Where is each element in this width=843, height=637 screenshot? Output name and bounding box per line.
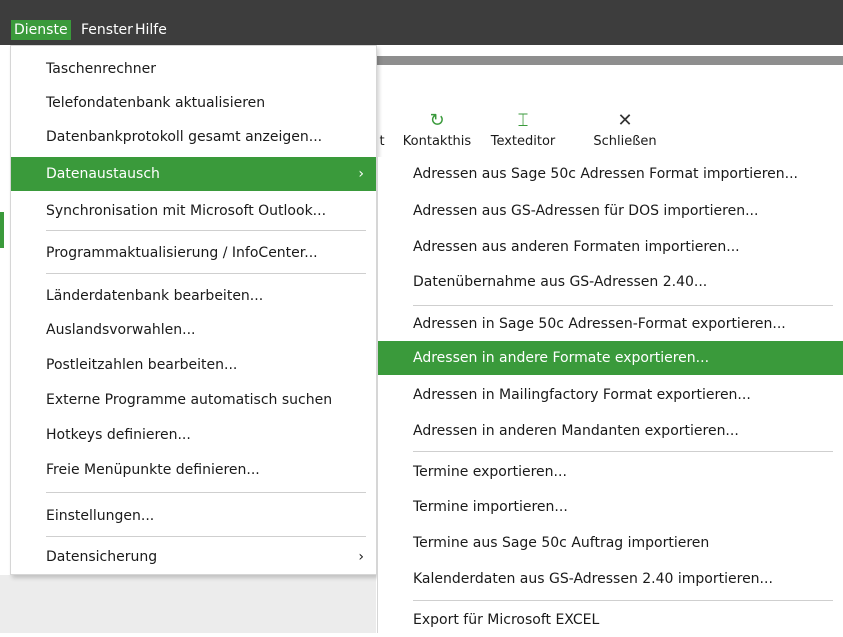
window-header-strip (376, 56, 843, 65)
menu-dienste[interactable]: Dienste (11, 20, 71, 40)
submenu-item-label: Adressen aus Sage 50c Adressen Format im… (413, 166, 798, 182)
menu-item-laenderdatenbank[interactable]: Länderdatenbank bearbeiten... (11, 279, 376, 313)
menu-separator (46, 273, 366, 274)
menubar: Dienste Fenster Hilfe (0, 0, 843, 45)
submenu-item-datenuebernahme[interactable]: Datenübernahme aus GS-Adressen 2.40... (378, 265, 843, 299)
datenaustausch-submenu: Adressen aus Sage 50c Adressen Format im… (377, 157, 843, 633)
submenu-separator (413, 600, 833, 601)
submenu-item-export-andere[interactable]: Adressen in andere Formate exportieren..… (378, 341, 843, 375)
toolbar: t ↻ Kontakthis ⌶ Texteditor ✕ Schließen (376, 110, 843, 158)
menu-separator (46, 230, 366, 231)
text-editor-icon: ⌶ (517, 110, 529, 131)
submenu-item-kalenderdaten[interactable]: Kalenderdaten aus GS-Adressen 2.40 impor… (378, 562, 843, 596)
menu-item-label: Programmaktualisierung / InfoCenter... (46, 245, 318, 261)
submenu-item-termine-import[interactable]: Termine importieren... (378, 490, 843, 524)
dienste-menu: Taschenrechner Telefondatenbank aktualis… (10, 45, 377, 575)
submenu-item-label: Adressen aus GS-Adressen für DOS importi… (413, 203, 759, 219)
texteditor-label: Texteditor (490, 134, 556, 149)
menu-item-freie-menuepunkte[interactable]: Freie Menüpunkte definieren... (11, 453, 376, 487)
kontakthistorie-button[interactable]: ↻ Kontakthis (398, 110, 476, 158)
chevron-right-icon: › (358, 549, 364, 565)
submenu-item-label: Adressen aus anderen Formaten importiere… (413, 239, 740, 255)
background-panel (0, 575, 376, 633)
menu-item-datensicherung[interactable]: Datensicherung › (11, 540, 376, 574)
menu-item-programmaktualisierung[interactable]: Programmaktualisierung / InfoCenter... (11, 236, 376, 270)
submenu-item-termine-sage-auftrag[interactable]: Termine aus Sage 50c Auftrag importieren (378, 526, 843, 560)
close-label: Schließen (593, 134, 657, 149)
menu-item-hotkeys[interactable]: Hotkeys definieren... (11, 418, 376, 452)
menu-item-datenbankprotokoll[interactable]: Datenbankprotokoll gesamt anzeigen... (11, 120, 376, 154)
toolbar-partial-label: t (379, 134, 385, 149)
submenu-item-export-excel[interactable]: Export für Microsoft EXCEL (378, 603, 843, 633)
submenu-separator (413, 305, 833, 306)
menu-separator (46, 492, 366, 493)
toolbar-button-partial[interactable]: t (376, 110, 388, 158)
submenu-separator (413, 451, 833, 452)
kontakthistorie-label: Kontakthis (402, 134, 472, 149)
menu-item-label: Freie Menüpunkte definieren... (46, 462, 260, 478)
menu-item-label: Datenbankprotokoll gesamt anzeigen... (46, 129, 323, 145)
texteditor-button[interactable]: ⌶ Texteditor (486, 110, 560, 158)
menu-item-label: Externe Programme automatisch suchen (46, 392, 333, 408)
menu-item-label: Synchronisation mit Microsoft Outlook... (46, 203, 327, 219)
submenu-item-label: Adressen in Sage 50c Adressen-Format exp… (413, 316, 786, 332)
submenu-item-label: Termine aus Sage 50c Auftrag importieren (413, 535, 710, 551)
menu-item-postleitzahlen[interactable]: Postleitzahlen bearbeiten... (11, 348, 376, 382)
menu-item-label: Telefondatenbank aktualisieren (46, 95, 266, 111)
menu-item-label: Einstellungen... (46, 508, 155, 524)
submenu-item-label: Adressen in anderen Mandanten exportiere… (413, 423, 739, 439)
submenu-item-import-andere[interactable]: Adressen aus anderen Formaten importiere… (378, 230, 843, 264)
menu-item-taschenrechner[interactable]: Taschenrechner (11, 52, 376, 86)
menu-item-einstellungen[interactable]: Einstellungen... (11, 499, 376, 533)
menu-item-label: Datensicherung (46, 549, 158, 565)
menu-item-datenaustausch[interactable]: Datenaustausch › (11, 157, 376, 191)
menu-item-label: Auslandsvorwahlen... (46, 322, 196, 338)
menu-item-outlook-sync[interactable]: Synchronisation mit Microsoft Outlook... (11, 194, 376, 228)
submenu-item-import-sage50c[interactable]: Adressen aus Sage 50c Adressen Format im… (378, 157, 843, 191)
submenu-item-export-mandanten[interactable]: Adressen in anderen Mandanten exportiere… (378, 414, 843, 448)
submenu-item-label: Kalenderdaten aus GS-Adressen 2.40 impor… (413, 571, 773, 587)
close-button[interactable]: ✕ Schließen (590, 110, 660, 158)
history-icon: ↻ (429, 110, 445, 131)
submenu-item-label: Termine exportieren... (413, 464, 567, 480)
submenu-item-label: Export für Microsoft EXCEL (413, 612, 600, 628)
menu-item-label: Datenaustausch (46, 166, 160, 182)
menu-item-label: Postleitzahlen bearbeiten... (46, 357, 238, 373)
menu-item-label: Länderdatenbank bearbeiten... (46, 288, 264, 304)
submenu-item-label: Adressen in andere Formate exportieren..… (413, 350, 710, 366)
submenu-item-export-mailingfactory[interactable]: Adressen in Mailingfactory Format export… (378, 378, 843, 412)
submenu-item-export-sage50c[interactable]: Adressen in Sage 50c Adressen-Format exp… (378, 307, 843, 341)
menu-item-label: Taschenrechner (46, 61, 157, 77)
menu-separator (46, 536, 366, 537)
submenu-item-label: Adressen in Mailingfactory Format export… (413, 387, 751, 403)
menu-item-label: Hotkeys definieren... (46, 427, 191, 443)
menu-item-telefondatenbank[interactable]: Telefondatenbank aktualisieren (11, 86, 376, 120)
menu-item-externe-programme[interactable]: Externe Programme automatisch suchen (11, 383, 376, 417)
submenu-item-label: Datenübernahme aus GS-Adressen 2.40... (413, 274, 708, 290)
chevron-right-icon: › (358, 166, 364, 182)
submenu-item-termine-export[interactable]: Termine exportieren... (378, 455, 843, 489)
submenu-item-label: Termine importieren... (413, 499, 568, 515)
menu-item-auslandsvorwahlen[interactable]: Auslandsvorwahlen... (11, 313, 376, 347)
background-selection-edge (0, 212, 4, 248)
menu-fenster[interactable]: Fenster (78, 20, 136, 40)
close-icon: ✕ (617, 110, 633, 131)
submenu-item-import-gs-dos[interactable]: Adressen aus GS-Adressen für DOS importi… (378, 194, 843, 228)
menu-hilfe[interactable]: Hilfe (132, 20, 170, 40)
